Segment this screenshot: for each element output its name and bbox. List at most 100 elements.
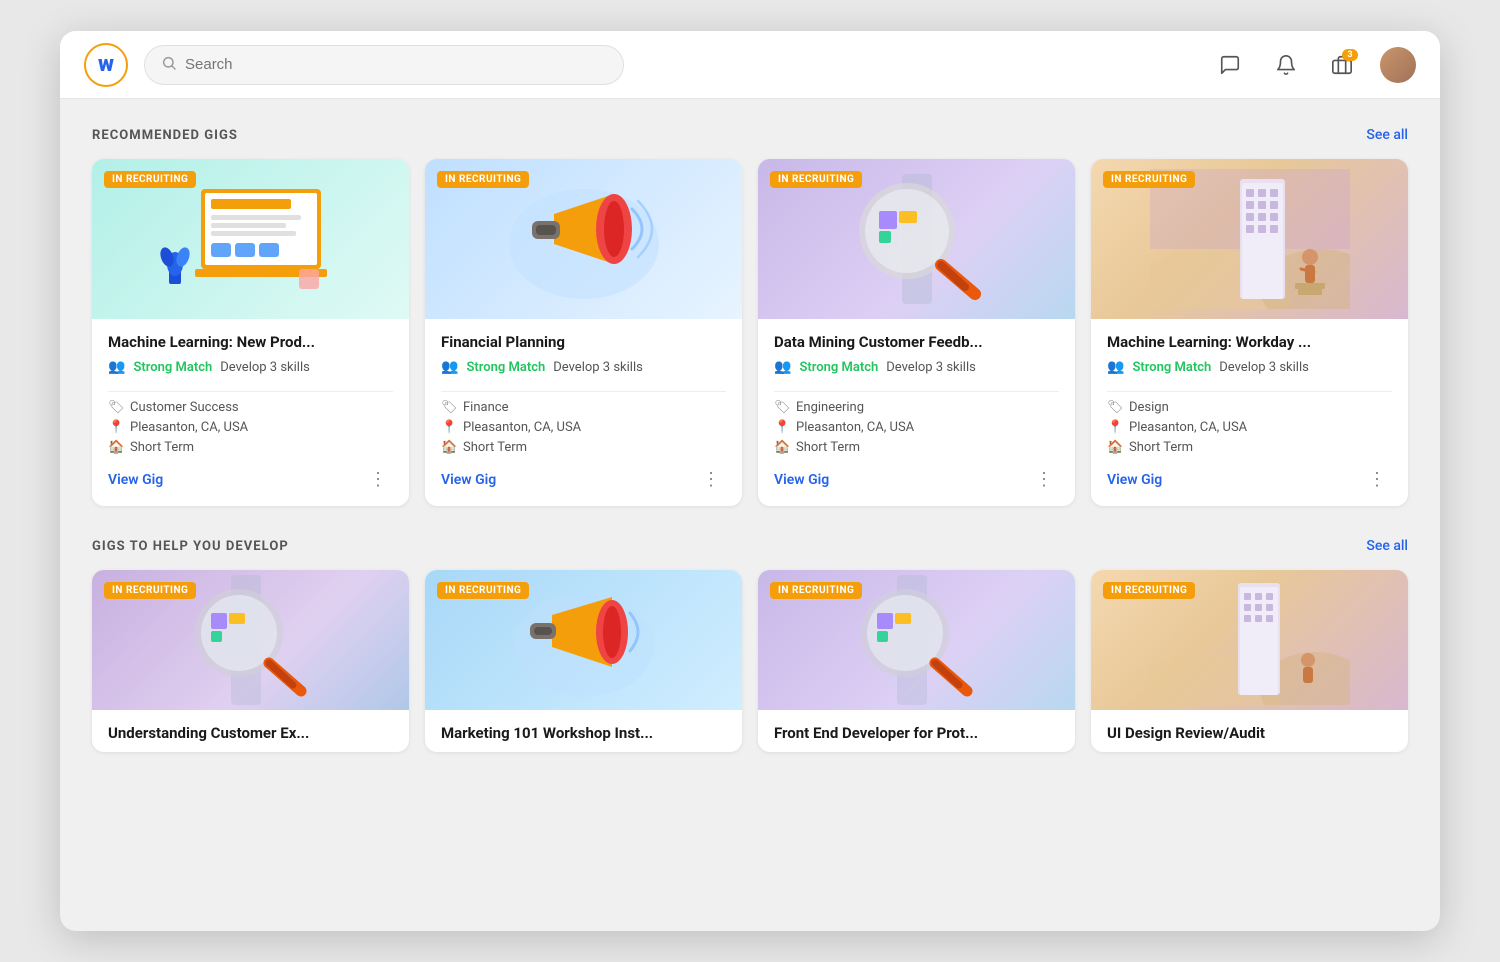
- gig-card-4-duration: 🏠 Short Term: [1107, 440, 1392, 455]
- more-menu-1[interactable]: ⋮: [363, 467, 393, 492]
- briefcase-badge: 3: [1342, 49, 1358, 61]
- laptop-illustration: [151, 169, 351, 309]
- gig-card-2-title: Financial Planning: [441, 333, 726, 351]
- develop-card-4-body: UI Design Review/Audit: [1091, 710, 1408, 752]
- notification-button[interactable]: [1268, 47, 1304, 83]
- view-gig-4[interactable]: View Gig: [1107, 472, 1162, 488]
- megaphone-illustration: [484, 169, 684, 309]
- gig-card-4-match: 👥 Strong Match Develop 3 skills: [1107, 359, 1392, 375]
- develop-card-4-badge: IN RECRUITING: [1103, 582, 1195, 599]
- duration-text-4: Short Term: [1129, 440, 1193, 455]
- develop-gigs-section: GIGS TO HELP YOU DEVELOP See all IN RECR…: [92, 538, 1408, 752]
- develop-card-1[interactable]: IN RECRUITING: [92, 570, 409, 752]
- gig-card-4-category: 🏷 Design: [1107, 400, 1392, 415]
- gig-card-4-meta: 🏷 Design 📍 Pleasanton, CA, USA 🏠 Short T…: [1107, 400, 1392, 455]
- header: w: [60, 31, 1440, 99]
- gig-card-1-image: IN RECRUITING: [92, 159, 409, 319]
- duration-text-3: Short Term: [796, 440, 860, 455]
- chat-button[interactable]: [1212, 47, 1248, 83]
- recommended-see-all[interactable]: See all: [1366, 127, 1408, 143]
- magnifier-illustration: [817, 169, 1017, 309]
- develop-card-3[interactable]: IN RECRUITING: [758, 570, 1075, 752]
- develop-card-2[interactable]: IN RECRUITING: [425, 570, 742, 752]
- view-gig-1[interactable]: View Gig: [108, 472, 163, 488]
- gig-card-3-image: IN RECRUITING: [758, 159, 1075, 319]
- develop-card-1-body: Understanding Customer Ex...: [92, 710, 409, 752]
- recommended-gigs-grid: IN RECRUITING: [92, 159, 1408, 506]
- search-icon: [161, 55, 177, 75]
- gig-card-1-footer: View Gig ⋮: [108, 467, 393, 492]
- gig-card-2-divider: [441, 391, 726, 392]
- develop-gigs-header: GIGS TO HELP YOU DEVELOP See all: [92, 538, 1408, 554]
- briefcase-button[interactable]: 3: [1324, 47, 1360, 83]
- avatar[interactable]: [1380, 47, 1416, 83]
- gig-card-2-badge: IN RECRUITING: [437, 171, 529, 188]
- home-icon-2: 🏠: [441, 440, 457, 455]
- gig-card-2-image: IN RECRUITING: [425, 159, 742, 319]
- develop-card-4[interactable]: IN RECRUITING: [1091, 570, 1408, 752]
- develop-card-1-badge: IN RECRUITING: [104, 582, 196, 599]
- tag-icon: 🏷: [108, 400, 124, 415]
- recommended-gigs-section: RECOMMENDED GIGS See all IN RECRUITING: [92, 127, 1408, 506]
- avatar-image: [1380, 47, 1416, 83]
- view-gig-2[interactable]: View Gig: [441, 472, 496, 488]
- header-icons: 3: [1212, 47, 1416, 83]
- category-text-3: Engineering: [796, 400, 864, 415]
- develop-card-4-title: UI Design Review/Audit: [1107, 724, 1392, 742]
- develop-see-all[interactable]: See all: [1366, 538, 1408, 554]
- gig-card-3-category: 🏷 Engineering: [774, 400, 1059, 415]
- develop-card-2-body: Marketing 101 Workshop Inst...: [425, 710, 742, 752]
- gig-card-4[interactable]: IN RECRUITING: [1091, 159, 1408, 506]
- match-icon-4: 👥: [1107, 359, 1124, 375]
- gig-card-1-meta: 🏷 Customer Success 📍 Pleasanton, CA, USA…: [108, 400, 393, 455]
- view-gig-3[interactable]: View Gig: [774, 472, 829, 488]
- develop-card-1-title: Understanding Customer Ex...: [108, 724, 393, 742]
- develop-card-3-title: Front End Developer for Prot...: [774, 724, 1059, 742]
- more-menu-3[interactable]: ⋮: [1029, 467, 1059, 492]
- develop-label-3: Develop 3 skills: [886, 360, 976, 375]
- more-menu-2[interactable]: ⋮: [696, 467, 726, 492]
- gig-card-3-body: Data Mining Customer Feedb... 👥 Strong M…: [758, 319, 1075, 506]
- develop-gigs-title: GIGS TO HELP YOU DEVELOP: [92, 539, 289, 554]
- app-window: w: [60, 31, 1440, 931]
- location-icon-4: 📍: [1107, 420, 1123, 435]
- search-bar[interactable]: [144, 45, 624, 85]
- logo[interactable]: w: [84, 43, 128, 87]
- gig-card-1[interactable]: IN RECRUITING: [92, 159, 409, 506]
- gig-card-2-location: 📍 Pleasanton, CA, USA: [441, 420, 726, 435]
- gig-card-4-divider: [1107, 391, 1392, 392]
- match-label-2: Strong Match: [466, 360, 545, 375]
- gig-card-2[interactable]: IN RECRUITING: [425, 159, 742, 506]
- develop-label-4: Develop 3 skills: [1219, 360, 1309, 375]
- gig-card-2-footer: View Gig ⋮: [441, 467, 726, 492]
- gig-card-2-match: 👥 Strong Match Develop 3 skills: [441, 359, 726, 375]
- gig-card-3[interactable]: IN RECRUITING: [758, 159, 1075, 506]
- gig-card-4-image: IN RECRUITING: [1091, 159, 1408, 319]
- search-input[interactable]: [185, 56, 607, 73]
- recommended-gigs-title: RECOMMENDED GIGS: [92, 128, 238, 143]
- home-icon-4: 🏠: [1107, 440, 1123, 455]
- match-label-4: Strong Match: [1132, 360, 1211, 375]
- gig-card-1-duration: 🏠 Short Term: [108, 440, 393, 455]
- more-menu-4[interactable]: ⋮: [1362, 467, 1392, 492]
- gig-card-3-match: 👥 Strong Match Develop 3 skills: [774, 359, 1059, 375]
- develop-card-2-image: IN RECRUITING: [425, 570, 742, 710]
- tag-icon-4: 🏷: [1107, 400, 1123, 415]
- develop-card-3-badge: IN RECRUITING: [770, 582, 862, 599]
- gig-card-3-title: Data Mining Customer Feedb...: [774, 333, 1059, 351]
- gig-card-2-meta: 🏷 Finance 📍 Pleasanton, CA, USA 🏠 Short …: [441, 400, 726, 455]
- location-text-3: Pleasanton, CA, USA: [796, 420, 914, 435]
- location-icon: 📍: [108, 420, 124, 435]
- gig-card-3-divider: [774, 391, 1059, 392]
- main-content: RECOMMENDED GIGS See all IN RECRUITING: [60, 99, 1440, 812]
- match-icon-2: 👥: [441, 359, 458, 375]
- location-text-4: Pleasanton, CA, USA: [1129, 420, 1247, 435]
- location-text-2: Pleasanton, CA, USA: [463, 420, 581, 435]
- gig-card-4-footer: View Gig ⋮: [1107, 467, 1392, 492]
- gig-card-4-title: Machine Learning: Workday ...: [1107, 333, 1392, 351]
- gig-card-4-badge: IN RECRUITING: [1103, 171, 1195, 188]
- location-icon-2: 📍: [441, 420, 457, 435]
- duration-text-2: Short Term: [463, 440, 527, 455]
- gig-card-1-body: Machine Learning: New Prod... 👥 Strong M…: [92, 319, 409, 506]
- match-label-3: Strong Match: [799, 360, 878, 375]
